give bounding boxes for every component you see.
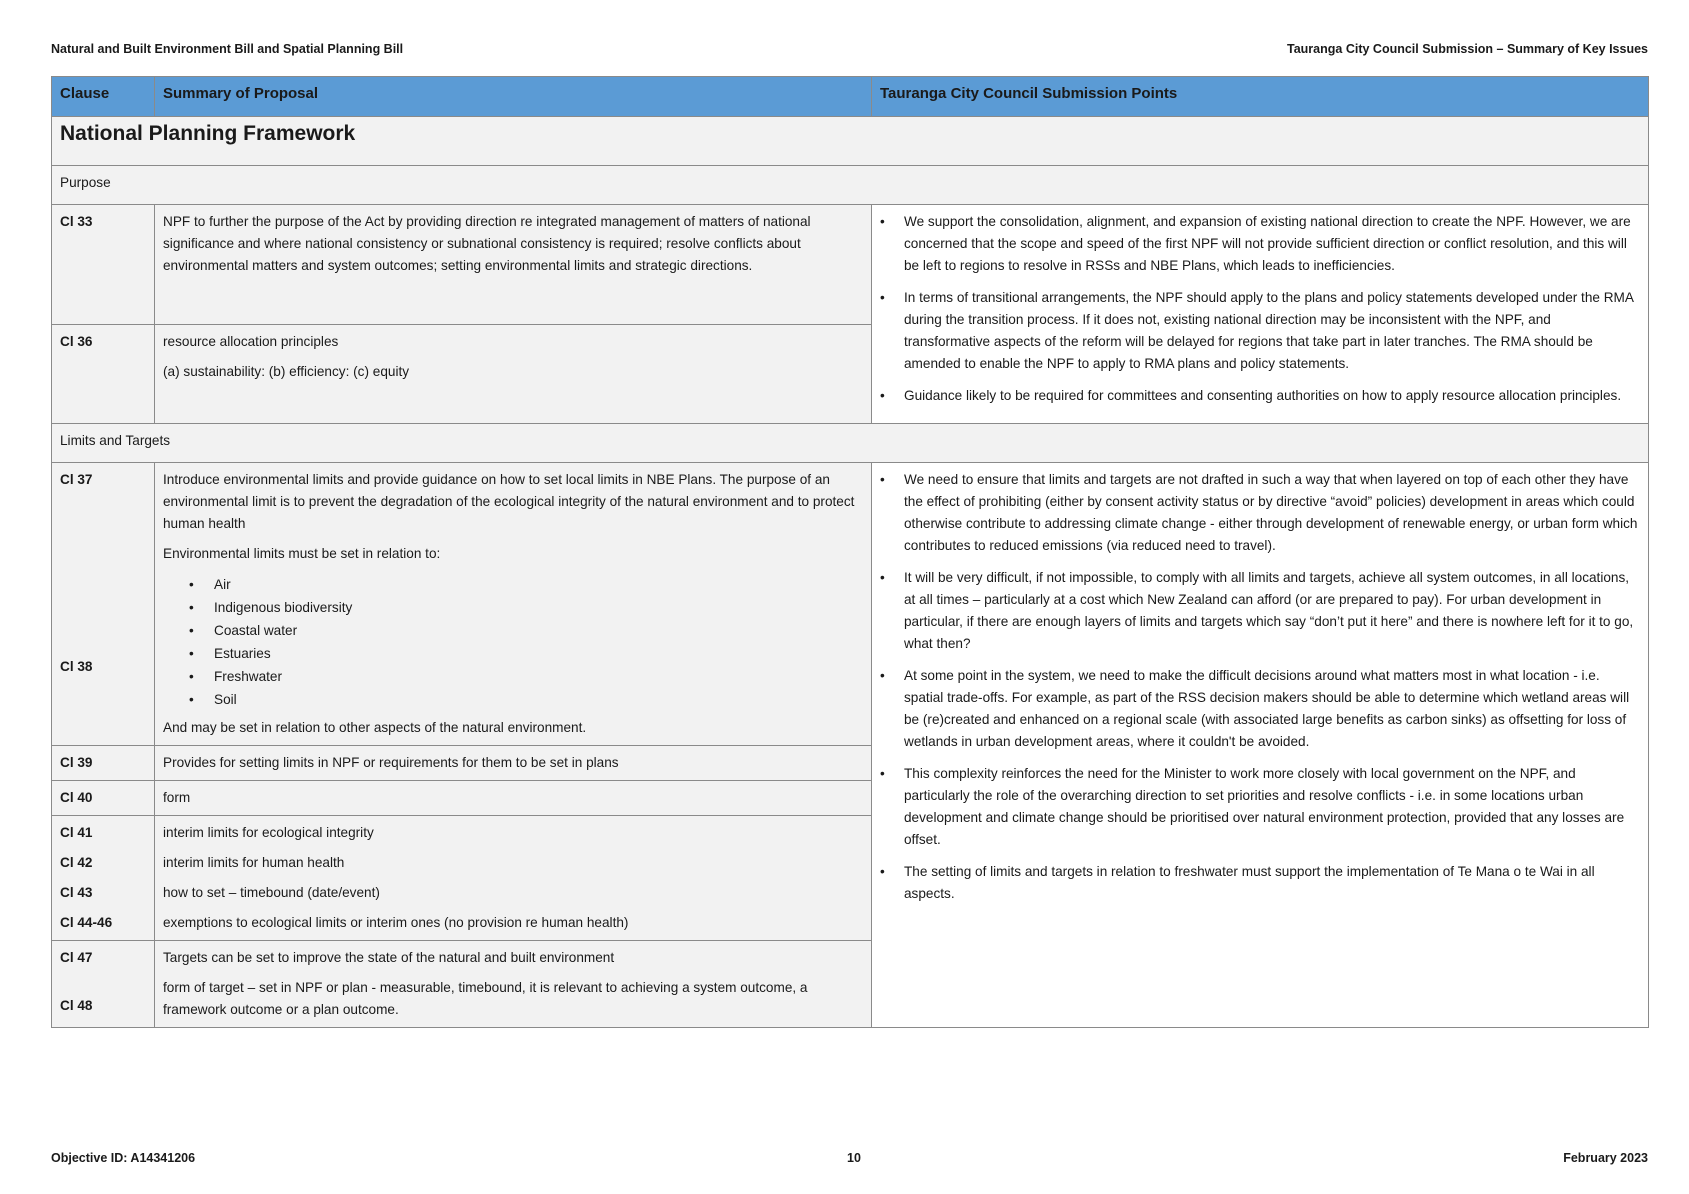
document-header-subtitle: Tauranga City Council Submission – Summa… [1287,42,1648,56]
submission-point: Guidance likely to be required for commi… [880,385,1640,407]
submission-point: We need to ensure that limits and target… [880,469,1640,557]
summary-cell: resource allocation principles (a) susta… [154,324,872,424]
subsection-row-purpose: Purpose [51,165,1649,205]
submission-point: The setting of limits and targets in rel… [880,861,1640,905]
summary-text: how to set – timebound (date/event) [163,885,380,900]
list-item: Indigenous biodiversity [189,596,863,619]
clause-label: Cl 47 [60,950,93,965]
submission-point: This complexity reinforces the need for … [880,763,1640,851]
summary-text: interim limits for ecological integrity [163,825,374,840]
clause-cell: Cl 36 [51,324,155,424]
list-item: Soil [189,688,863,711]
column-header-points: Tauranga City Council Submission Points [871,76,1649,117]
environmental-limits-list: Air Indigenous biodiversity Coastal wate… [163,573,863,711]
column-header-summary: Summary of Proposal [154,76,872,117]
summary-text: resource allocation principles [163,334,339,350]
summary-cell: Targets can be set to improve the state … [154,940,872,1028]
list-item: Estuaries [189,642,863,665]
clause-cell: Cl 40 [51,780,155,816]
clause-label: Cl 37 [60,472,93,487]
list-item: Freshwater [189,665,863,688]
clause-cell: Cl 47 Cl 48 [51,940,155,1028]
summary-text: form of target – set in NPF or plan - me… [163,980,808,1017]
section-title-row: National Planning Framework [51,116,1649,166]
list-item: Coastal water [189,619,863,642]
summary-cell: form [154,780,872,816]
subsection-title-limits: Limits and Targets [51,423,1649,463]
footer-date: February 2023 [1563,1151,1648,1165]
table-row-cl37-38: Cl 37 Cl 38 Introduce environmental limi… [51,462,1649,1028]
subsection-row-limits: Limits and Targets [51,423,1649,463]
submission-points-purpose: We support the consolidation, alignment,… [871,204,1649,424]
submission-points-limits: We need to ensure that limits and target… [871,462,1649,1028]
summary-text: Targets can be set to improve the state … [163,950,615,965]
summary-text: exemptions to ecological limits or inter… [163,915,629,930]
clause-label: Cl 43 [60,885,93,900]
summary-text: interim limits for human health [163,855,345,870]
section-title: National Planning Framework [51,116,1649,166]
summary-text: And may be set in relation to other aspe… [163,720,587,735]
page-number: 10 [847,1151,861,1165]
table-row-cl33: Cl 33 NPF to further the purpose of the … [51,203,1649,424]
summary-text: Environmental limits must be set in rela… [163,546,441,561]
clause-cell: Cl 41 Cl 42 Cl 43 Cl 44-46 [51,815,155,941]
submission-point: At some point in the system, we need to … [880,665,1640,753]
subsection-title-purpose: Purpose [51,165,1649,205]
clause-label: Cl 42 [60,855,93,870]
summary-cell: Provides for setting limits in NPF or re… [154,745,872,781]
summary-text: Introduce environmental limits and provi… [163,472,855,531]
submission-point: We support the consolidation, alignment,… [880,211,1640,277]
clause-cell: Cl 37 Cl 38 [51,462,155,746]
submission-point: It will be very difficult, if not imposs… [880,567,1640,655]
submission-point: In terms of transitional arrangements, t… [880,287,1640,375]
clause-label: Cl 38 [60,659,93,674]
clause-label: Cl 44-46 [60,915,113,930]
list-item: Air [189,573,863,596]
summary-text: (a) sustainability: (b) efficiency: (c) … [163,364,410,380]
clause-cell: Cl 33 [51,203,155,326]
summary-cell: NPF to further the purpose of the Act by… [154,203,872,326]
summary-cell: interim limits for ecological integrity … [154,815,872,941]
clause-cell: Cl 39 [51,745,155,781]
summary-cell: Introduce environmental limits and provi… [154,462,872,746]
document-header-title: Natural and Built Environment Bill and S… [51,42,404,56]
footer-objective-id: Objective ID: A14341206 [51,1151,196,1165]
clause-label: Cl 41 [60,825,93,840]
column-header-clause: Clause [51,76,155,117]
submission-table: Clause Summary of Proposal Tauranga City… [51,76,1649,1028]
clause-label: Cl 48 [60,998,93,1013]
table-header-row: Clause Summary of Proposal Tauranga City… [51,76,1649,117]
